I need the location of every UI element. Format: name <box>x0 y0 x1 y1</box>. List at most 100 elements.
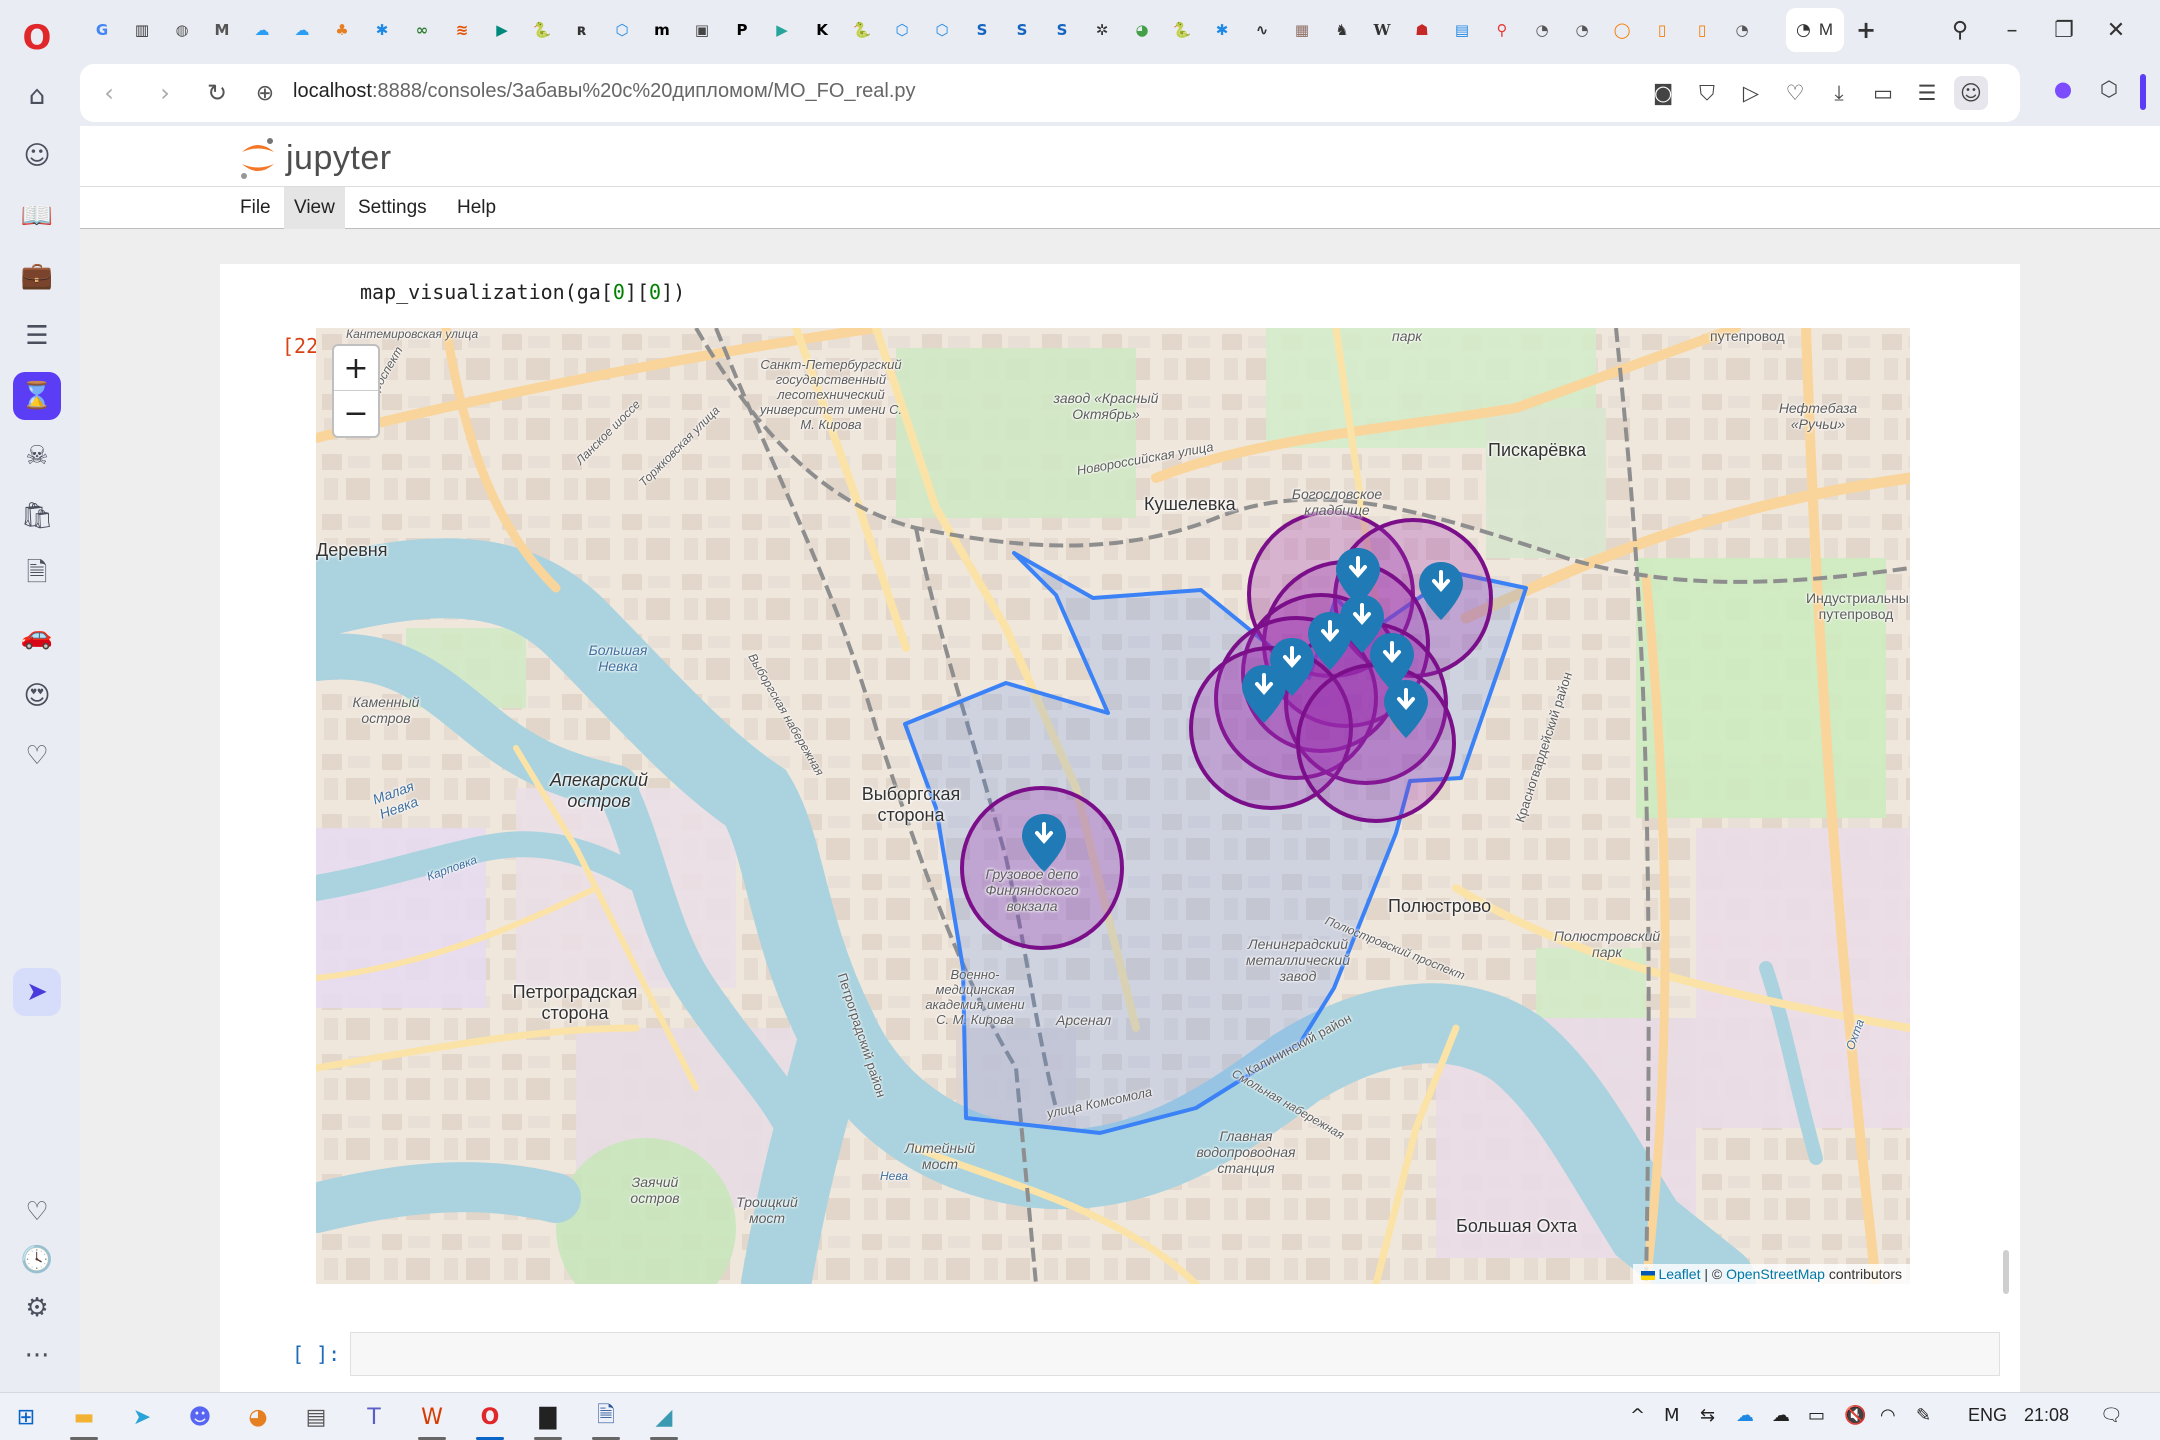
osm-link[interactable]: OpenStreetMap <box>1726 1266 1825 1282</box>
zoom-in-button[interactable]: + <box>334 346 378 391</box>
opera-logo-icon[interactable]: O <box>13 14 61 62</box>
output-scrollbar[interactable] <box>2003 1250 2009 1294</box>
tab-icon[interactable]: P <box>728 16 756 44</box>
leaflet-map[interactable]: Пискарёвка Кушелевка Деревня Выборгская … <box>316 328 1910 1284</box>
profile-icon[interactable]: ☺ <box>1954 76 1988 110</box>
extensions-icon[interactable]: ⬡ <box>2092 72 2126 106</box>
menu-settings[interactable]: Settings <box>348 187 437 229</box>
tab-icon[interactable]: ▤ <box>1448 16 1476 44</box>
office-icon[interactable]: W <box>414 1399 450 1440</box>
search-tabs-icon[interactable]: ⚲ <box>1940 12 1980 48</box>
app-icon[interactable]: ◕ <box>240 1399 276 1435</box>
teams-icon[interactable]: T <box>356 1399 392 1435</box>
tab-icon[interactable]: ▦ <box>1288 16 1316 44</box>
tab-python-icon[interactable]: 🐍 <box>1168 16 1196 44</box>
tab-icon[interactable]: ◔ <box>1728 16 1756 44</box>
tab-wikipedia-icon[interactable]: W <box>1368 16 1396 44</box>
hourglass-icon[interactable]: ⌛ <box>13 372 61 420</box>
battery-icon[interactable]: ▭ <box>1808 1405 1825 1426</box>
clock-icon[interactable]: 🕓 <box>13 1236 61 1284</box>
tab-icon[interactable]: ◕ <box>1128 16 1156 44</box>
tab-icon[interactable]: ▶ <box>768 16 796 44</box>
tab-python-icon[interactable]: 🐍 <box>528 16 556 44</box>
tab-icon[interactable]: ✱ <box>1208 16 1236 44</box>
tab-icon[interactable]: ⬡ <box>928 16 956 44</box>
site-info-icon[interactable]: ⊕ <box>246 74 284 112</box>
tab-icon[interactable]: M <box>208 16 236 44</box>
sidebar-toggle[interactable] <box>2140 74 2146 110</box>
heart-hands-icon[interactable]: ♡ <box>13 732 61 780</box>
wifi-icon[interactable]: ◠ <box>1880 1405 1896 1426</box>
address-bar[interactable]: ‹ › ↻ ⊕ localhost:8888/consoles/Забавы%2… <box>80 64 2020 122</box>
shield-icon[interactable]: ⛉ <box>1690 76 1724 110</box>
back-button[interactable]: ‹ <box>90 74 128 112</box>
restore-button[interactable]: ❐ <box>2044 12 2084 48</box>
tab-jupyter-icon[interactable]: ◯ <box>1608 16 1636 44</box>
tab-icon[interactable]: ▯ <box>1648 16 1676 44</box>
windows-start-icon[interactable]: ⊞ <box>8 1399 44 1435</box>
tab-icon[interactable]: ∞ <box>408 16 436 44</box>
tab-icon[interactable]: ≋ <box>448 16 476 44</box>
skull-icon[interactable]: ☠ <box>13 432 61 480</box>
app-icon[interactable]: ◢ <box>646 1399 682 1440</box>
pen-icon[interactable]: ✎ <box>1916 1405 1931 1426</box>
snapshot-icon[interactable]: ▭ <box>1866 76 1900 110</box>
empty-code-cell[interactable] <box>350 1332 2000 1376</box>
document-icon[interactable]: 🗎 <box>13 552 61 600</box>
opera-taskbar-icon[interactable]: O <box>472 1399 508 1440</box>
new-tab-button[interactable]: + <box>1852 16 1880 44</box>
tab-icon[interactable]: S <box>1048 16 1076 44</box>
tab-icon[interactable]: S <box>968 16 996 44</box>
clock[interactable]: 21:08 <box>2024 1405 2069 1426</box>
tab-icon[interactable]: ▯ <box>1688 16 1716 44</box>
tab-icon[interactable]: ☗ <box>1408 16 1436 44</box>
tab-icon[interactable]: ◔ <box>1528 16 1556 44</box>
volume-icon[interactable]: 🔇 <box>1844 1405 1866 1426</box>
tab-maps-icon[interactable]: ⚲ <box>1488 16 1516 44</box>
tab-icon[interactable]: ∿ <box>1248 16 1276 44</box>
tab-icon[interactable]: ◍ <box>168 16 196 44</box>
terminal-icon[interactable]: ▇ <box>530 1399 566 1440</box>
active-tab[interactable]: ◔ M <box>1786 8 1844 52</box>
telegram-icon[interactable]: ➤ <box>124 1399 160 1435</box>
cloud-icon[interactable]: ☁ <box>1772 1405 1790 1426</box>
messenger-icon[interactable]: ➤ <box>13 968 61 1016</box>
car-icon[interactable]: 🚗 <box>13 612 61 660</box>
menu-file[interactable]: File <box>230 187 281 229</box>
heart-icon[interactable]: ♡ <box>1778 76 1812 110</box>
tab-icon[interactable]: ✱ <box>368 16 396 44</box>
onedrive-icon[interactable]: ☁ <box>1736 1405 1754 1426</box>
tab-icon[interactable]: ▣ <box>688 16 716 44</box>
tray-chevron-icon[interactable]: ^ <box>1630 1405 1645 1426</box>
briefcase-icon[interactable]: 💼 <box>13 252 61 300</box>
bag-icon[interactable]: 🛍 <box>13 492 61 540</box>
menu-view[interactable]: View <box>284 187 345 229</box>
buffer-circle[interactable] <box>1296 663 1456 823</box>
emoji-icon[interactable]: 😍 <box>13 672 61 720</box>
tray-sync-icon[interactable]: ⇆ <box>1700 1405 1715 1426</box>
tab-icon[interactable]: ▶ <box>488 16 516 44</box>
notepad-icon[interactable]: 🗎 <box>588 1399 624 1440</box>
zoom-out-button[interactable]: − <box>334 391 378 436</box>
menu-help[interactable]: Help <box>447 187 506 229</box>
tray-app-icon[interactable]: M <box>1664 1405 1680 1426</box>
app-icon[interactable]: ▤ <box>298 1399 334 1435</box>
leaflet-link[interactable]: Leaflet <box>1658 1266 1700 1282</box>
more-icon[interactable]: ··· <box>13 1332 61 1380</box>
settings-icon[interactable]: ⚙ <box>13 1284 61 1332</box>
download-icon[interactable]: ⤓ <box>1822 76 1856 110</box>
close-button[interactable]: ✕ <box>2096 12 2136 48</box>
tab-icon[interactable]: ▥ <box>128 16 156 44</box>
tab-icon[interactable]: ◔ <box>1568 16 1596 44</box>
camera-icon[interactable]: ◙ <box>1646 76 1680 110</box>
easy-setup-icon[interactable]: ☰ <box>1910 76 1944 110</box>
code-cell-text[interactable]: map_visualization(ga[0][0]) <box>360 280 685 304</box>
language-indicator[interactable]: ENG <box>1968 1405 2007 1426</box>
notification-icon[interactable]: 🗨 <box>2100 1405 2123 1426</box>
jupyter-logo[interactable]: jupyter <box>238 136 392 180</box>
tab-icon[interactable]: ☁ <box>288 16 316 44</box>
tab-icon[interactable]: ♣ <box>328 16 356 44</box>
tab-python-icon[interactable]: 🐍 <box>848 16 876 44</box>
tab-icon[interactable]: ♞ <box>1328 16 1356 44</box>
reload-button[interactable]: ↻ <box>198 74 236 112</box>
